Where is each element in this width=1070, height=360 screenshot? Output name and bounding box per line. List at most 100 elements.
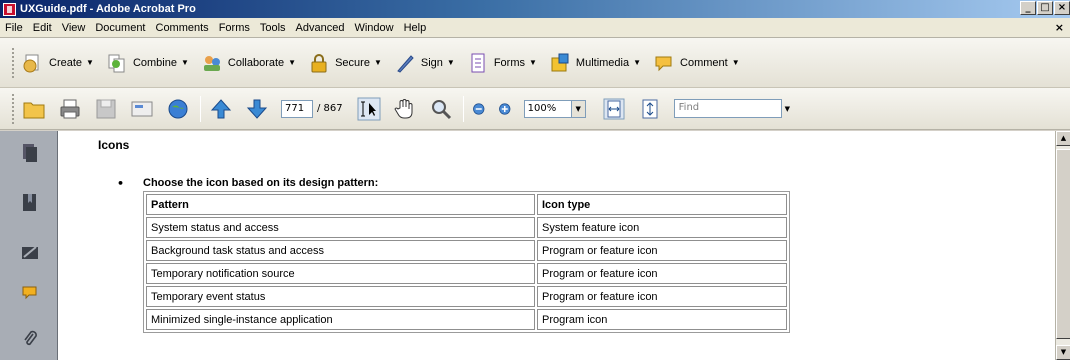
vertical-scrollbar[interactable]: ▲ ▼ (1055, 131, 1070, 360)
bullet-marker: • (117, 177, 125, 190)
table-cell: Background task status and access (146, 240, 535, 261)
menu-window[interactable]: Window (349, 22, 398, 34)
menu-tools[interactable]: Tools (255, 22, 291, 34)
collaborate-label: Collaborate (227, 56, 285, 69)
pen-icon (397, 54, 414, 73)
document-view[interactable]: Icons • Choose the icon based on its des… (58, 131, 1055, 360)
menu-document[interactable]: Document (90, 22, 150, 34)
comment-label: Comment (680, 56, 728, 69)
pages-panel-icon[interactable] (22, 143, 38, 163)
signatures-panel-icon[interactable] (22, 243, 38, 263)
forms-label: Forms (493, 56, 525, 69)
chevron-down-icon: ▼ (180, 58, 189, 67)
section-heading: Icons (98, 138, 130, 152)
previous-page-icon[interactable] (209, 97, 233, 121)
chevron-down-icon: ▼ (373, 58, 382, 67)
toolbar-grip[interactable] (12, 47, 16, 78)
email-icon[interactable] (130, 97, 154, 121)
acrobat-app-icon[interactable] (3, 2, 16, 16)
forms-button[interactable]: Forms ▼ (467, 52, 537, 74)
menu-advanced[interactable]: Advanced (291, 22, 350, 34)
navigation-panel (0, 131, 58, 360)
save-icon[interactable] (94, 97, 118, 121)
fit-page-icon[interactable] (638, 97, 662, 121)
forms-icon (471, 53, 485, 72)
create-button[interactable]: Create ▼ (22, 52, 94, 74)
page-total-label: / 867 (317, 103, 343, 114)
window-title: UXGuide.pdf - Adobe Acrobat Pro (20, 3, 196, 15)
close-button[interactable]: × (1054, 1, 1070, 15)
comments-panel-icon[interactable] (22, 283, 38, 303)
menu-bar: File Edit View Document Comments Forms T… (0, 18, 1070, 38)
sign-button[interactable]: Sign ▼ (394, 52, 455, 74)
table-cell: System status and access (146, 217, 535, 238)
multimedia-label: Multimedia (575, 56, 630, 69)
chevron-down-icon: ▼ (529, 58, 537, 67)
hand-tool-icon[interactable] (393, 97, 417, 121)
zoom-tool-icon[interactable] (429, 97, 453, 121)
combine-label: Combine (132, 56, 177, 69)
column-header-icon-type: Icon type (537, 194, 787, 215)
close-document-button[interactable]: × (1055, 21, 1064, 34)
menu-edit[interactable]: Edit (28, 22, 57, 34)
next-page-icon[interactable] (245, 97, 269, 121)
combine-button[interactable]: Combine ▼ (106, 52, 189, 74)
icon-pattern-table: Pattern Icon type System status and acce… (143, 191, 790, 333)
table-cell: Program or feature icon (537, 240, 787, 261)
zoom-out-icon[interactable] (472, 97, 490, 121)
bookmarks-panel-icon[interactable] (22, 193, 38, 213)
scroll-up-button[interactable]: ▲ (1056, 131, 1070, 146)
toolbar-separator (200, 95, 201, 122)
secure-button[interactable]: Secure ▼ (308, 52, 382, 74)
zoom-in-icon[interactable] (498, 97, 516, 121)
maximize-button[interactable]: □ (1037, 1, 1053, 15)
lock-icon (311, 53, 327, 72)
navigation-toolbar: 771 / 867 100% ▼ Find ▼ (0, 88, 1070, 130)
toolbar-grip[interactable] (12, 93, 16, 124)
minimize-button[interactable]: _ (1020, 1, 1036, 15)
multimedia-button[interactable]: Multimedia ▼ (549, 52, 641, 74)
menu-forms[interactable]: Forms (214, 22, 255, 34)
open-folder-icon[interactable] (22, 97, 46, 121)
globe-icon[interactable] (166, 97, 190, 121)
column-header-pattern: Pattern (146, 194, 535, 215)
title-bar: UXGuide.pdf - Adobe Acrobat Pro _ □ × (0, 0, 1070, 18)
zoom-dropdown-button[interactable]: ▼ (571, 99, 586, 118)
sign-label: Sign (420, 56, 443, 69)
chevron-down-icon: ▼ (446, 58, 455, 67)
scroll-thumb[interactable] (1056, 149, 1070, 339)
fit-width-icon[interactable] (602, 97, 626, 121)
select-text-icon[interactable] (357, 97, 381, 121)
toolbar-separator (462, 95, 464, 122)
attachments-panel-icon[interactable] (22, 329, 38, 349)
chevron-down-icon: ▼ (288, 58, 297, 67)
table-cell: Program or feature icon (537, 286, 787, 307)
collaborate-icon (203, 55, 220, 71)
create-icon (23, 54, 39, 72)
find-input[interactable]: Find (673, 99, 782, 118)
create-label: Create (49, 56, 83, 69)
zoom-level-field[interactable]: 100% (523, 99, 572, 118)
menu-help[interactable]: Help (399, 22, 432, 34)
table-cell: Program icon (537, 309, 787, 330)
menu-file[interactable]: File (0, 22, 28, 34)
scroll-down-button[interactable]: ▼ (1056, 345, 1070, 360)
table-cell: System feature icon (537, 217, 787, 238)
chevron-down-icon: ▼ (633, 58, 642, 67)
menu-comments[interactable]: Comments (151, 22, 214, 34)
bullet-text: Choose the icon based on its design patt… (143, 177, 379, 189)
multimedia-icon (551, 53, 569, 71)
table-header-row: Pattern Icon type (146, 194, 787, 215)
page-number-field[interactable]: 771 (281, 99, 313, 118)
comment-icon (655, 56, 672, 71)
tasks-toolbar: Create ▼ Combine ▼ Collaborate ▼ Secure … (0, 38, 1070, 88)
comment-button[interactable]: Comment ▼ (653, 52, 740, 74)
table-cell: Temporary event status (146, 286, 535, 307)
find-dropdown-button[interactable]: ▼ (785, 105, 790, 113)
table-cell: Minimized single-instance application (146, 309, 535, 330)
print-icon[interactable] (58, 97, 82, 121)
menu-view[interactable]: View (57, 22, 91, 34)
table-cell: Temporary notification source (146, 263, 535, 284)
collaborate-button[interactable]: Collaborate ▼ (201, 52, 296, 74)
table-row: Minimized single-instance application Pr… (146, 309, 787, 330)
